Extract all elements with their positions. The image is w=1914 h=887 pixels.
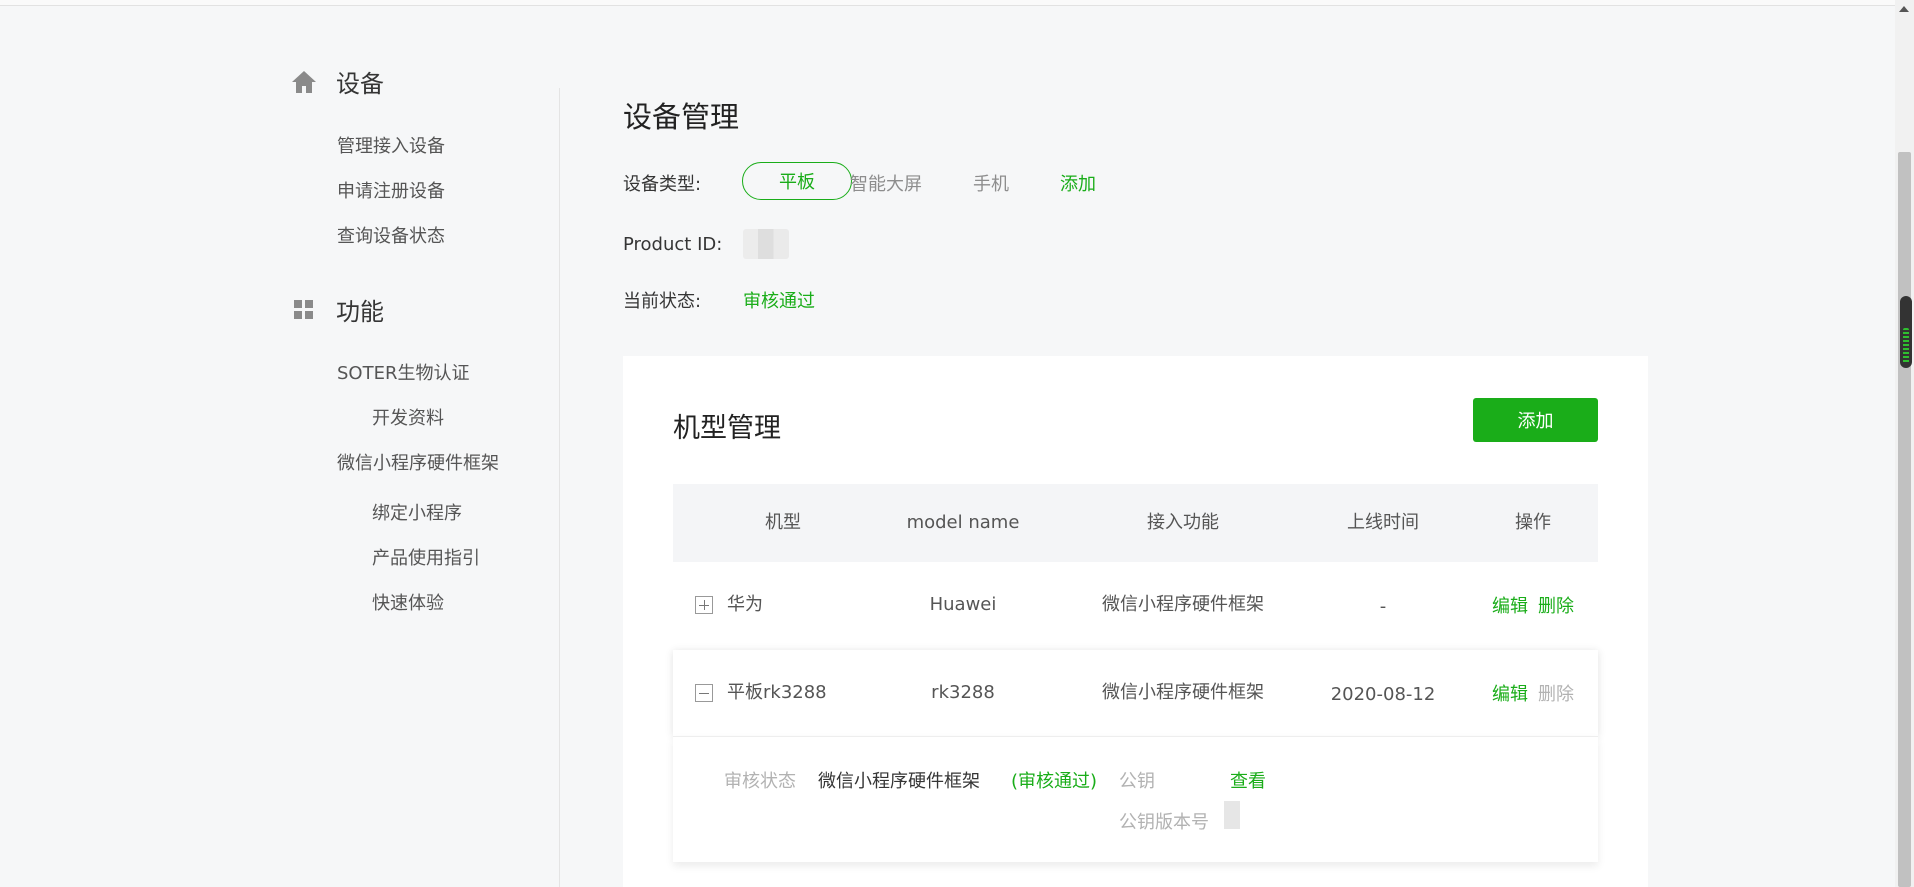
product-id-label: Product ID: xyxy=(623,234,723,255)
row-detail-panel: 审核状态 微信小程序硬件框架 (审核通过) 公钥 查看 公钥版本号 xyxy=(673,736,1598,862)
device-type-label: 设备类型: xyxy=(623,174,702,195)
model-management-card: 机型管理 添加 机型 model name 接入功能 上线时间 操作 华为 Hu… xyxy=(623,356,1648,887)
scroll-grip-indicator xyxy=(1903,328,1909,364)
tab-device-type-phone[interactable]: 手机 xyxy=(973,170,1009,196)
scroll-up-arrow-icon[interactable] xyxy=(1899,6,1909,12)
sidebar-item-device-status[interactable]: 查询设备状态 xyxy=(337,222,445,248)
delete-link[interactable]: 删除 xyxy=(1538,596,1574,617)
public-key-label: 公钥 xyxy=(1119,771,1155,792)
sidebar-item-quick-experience[interactable]: 快速体验 xyxy=(372,589,444,615)
sidebar-item-bind-miniprogram[interactable]: 绑定小程序 xyxy=(372,499,462,525)
sidebar-item-dev-docs[interactable]: 开发资料 xyxy=(372,404,444,430)
grid-icon xyxy=(290,296,318,324)
sidebar-item-soter[interactable]: SOTER生物认证 xyxy=(337,359,469,385)
sidebar-item-register-device[interactable]: 申请注册设备 xyxy=(337,177,445,203)
table-header: 机型 model name 接入功能 上线时间 操作 xyxy=(673,484,1598,562)
actions-cell: 编辑 删除 xyxy=(1483,564,1593,650)
nav-group-device-label: 设备 xyxy=(336,70,384,98)
delete-link[interactable]: 删除 xyxy=(1538,684,1574,705)
actions-cell: 编辑 删除 xyxy=(1483,652,1593,738)
sidebar-item-miniprogram-framework[interactable]: 微信小程序硬件框架 xyxy=(337,449,499,475)
public-key-version-label: 公钥版本号 xyxy=(1119,812,1209,833)
view-public-key-link[interactable]: 查看 xyxy=(1230,767,1266,793)
table-row: 平板rk3288 rk3288 微信小程序硬件框架 2020-08-12 编辑删… xyxy=(673,650,1598,736)
edit-link[interactable]: 编辑 xyxy=(1492,684,1528,705)
current-status-value: 审核通过 xyxy=(743,291,815,312)
sidebar: 设备 管理接入设备 申请注册设备 查询设备状态 功能 SOTER生物认证 开发资… xyxy=(0,0,560,887)
column-header-actions: 操作 xyxy=(1515,512,1551,533)
review-feature: 微信小程序硬件框架 xyxy=(818,771,980,792)
model-name-cell: rk3288 xyxy=(931,682,995,703)
scroll-grip-handle[interactable] xyxy=(1900,296,1912,368)
model-name-cell: Huawei xyxy=(929,594,997,615)
model-cell: 华为 xyxy=(695,562,855,648)
column-header-online-time: 上线时间 xyxy=(1347,512,1419,533)
product-id-value-redacted xyxy=(743,229,789,259)
page-scrollbar[interactable] xyxy=(1895,0,1914,887)
column-header-model-name: model name xyxy=(906,512,1020,533)
card-title: 机型管理 xyxy=(673,413,781,444)
expand-icon[interactable] xyxy=(695,596,713,614)
nav-group-device[interactable]: 设备 xyxy=(290,64,384,99)
model-cell: 平板rk3288 xyxy=(695,650,895,736)
add-device-type-link[interactable]: 添加 xyxy=(1060,170,1096,196)
edit-link[interactable]: 编辑 xyxy=(1492,596,1528,617)
scroll-thumb[interactable] xyxy=(1898,152,1911,887)
nav-group-features-label: 功能 xyxy=(336,298,384,326)
column-header-model: 机型 xyxy=(765,512,801,533)
online-time-cell: 2020-08-12 xyxy=(1330,684,1436,705)
model-text: 平板rk3288 xyxy=(727,682,827,703)
feature-cell: 微信小程序硬件框架 xyxy=(1102,682,1264,703)
sidebar-divider xyxy=(559,88,560,887)
nav-group-features[interactable]: 功能 xyxy=(290,292,384,327)
home-icon xyxy=(290,68,318,96)
review-status-value: (审核通过) xyxy=(1011,771,1098,792)
sidebar-item-manage-devices[interactable]: 管理接入设备 xyxy=(337,132,445,158)
add-model-button[interactable]: 添加 xyxy=(1473,398,1598,442)
collapse-icon[interactable] xyxy=(695,684,713,702)
model-text: 华为 xyxy=(727,594,763,615)
table-row: 华为 Huawei 微信小程序硬件框架 - 编辑 删除 xyxy=(673,562,1598,648)
tab-device-type-smart-screen[interactable]: 智能大屏 xyxy=(850,170,922,196)
public-key-version-redacted xyxy=(1224,801,1240,829)
feature-cell: 微信小程序硬件框架 xyxy=(1102,594,1264,615)
sidebar-item-product-guide[interactable]: 产品使用指引 xyxy=(372,544,480,570)
page-title: 设备管理 xyxy=(623,100,740,134)
current-status-label: 当前状态: xyxy=(623,291,702,312)
tab-device-type-tablet[interactable]: 平板 xyxy=(742,162,852,200)
review-status-label: 审核状态 xyxy=(724,771,796,792)
column-header-feature: 接入功能 xyxy=(1147,512,1219,533)
online-time-cell: - xyxy=(1379,596,1387,617)
